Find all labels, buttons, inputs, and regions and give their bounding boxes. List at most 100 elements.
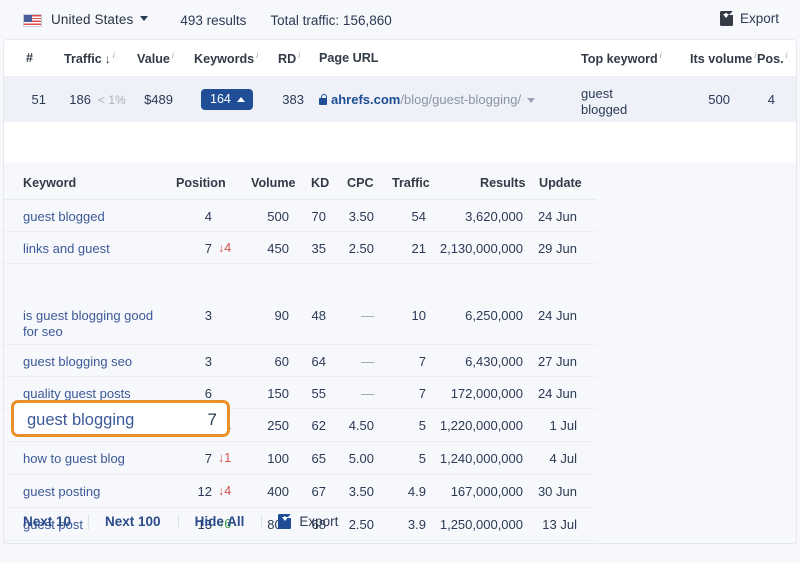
col-header-pos[interactable]: Pos.i bbox=[757, 50, 788, 66]
cell-results: 2,130,000,000 bbox=[434, 241, 523, 256]
info-icon: i bbox=[113, 50, 115, 60]
cell-rd: 383 bbox=[278, 92, 304, 107]
cell-traffic: 4.9 bbox=[387, 484, 426, 499]
cell-results: 1,240,000,000 bbox=[434, 451, 523, 466]
cell-keywords-badge[interactable]: 164 bbox=[201, 89, 253, 110]
export-label: Export bbox=[740, 11, 779, 26]
cell-results: 167,000,000 bbox=[434, 484, 523, 499]
cell-volume: 90 bbox=[247, 308, 289, 323]
cell-cpc: 4.50 bbox=[339, 418, 374, 433]
info-icon: i bbox=[172, 50, 174, 60]
cell-position: 3 bbox=[176, 308, 212, 323]
kcol-header-volume[interactable]: Volume bbox=[251, 176, 296, 190]
cell-volume: 400 bbox=[247, 484, 289, 499]
country-label: United States bbox=[51, 12, 133, 27]
cell-kd: 64 bbox=[302, 354, 326, 369]
cell-cpc: 5.00 bbox=[339, 451, 374, 466]
col-header-traffic[interactable]: Traffic↓i bbox=[64, 50, 115, 66]
cell-position: 7 bbox=[176, 451, 212, 466]
results-count: 493 results bbox=[180, 13, 246, 28]
cell-page-url[interactable]: ahrefs.com/blog/guest-blogging/ bbox=[319, 92, 535, 107]
cell-position-delta: ↓1 bbox=[218, 451, 231, 465]
table-row[interactable]: guest blogging seo36064—76,430,00027 Jun bbox=[4, 345, 596, 377]
cell-kd: 48 bbox=[302, 308, 326, 323]
country-selector[interactable]: United States bbox=[51, 11, 148, 29]
cell-volume: 500 bbox=[247, 209, 289, 224]
cell-keyword[interactable]: guest blogged bbox=[23, 209, 173, 225]
keywords-panel: Keyword Position Volume KD CPC Traffic R… bbox=[4, 162, 796, 543]
cell-volume: 250 bbox=[247, 418, 289, 433]
cell-keyword[interactable]: guest blogging seo bbox=[23, 354, 173, 370]
next-10-button[interactable]: Next 10 bbox=[23, 514, 88, 529]
col-header-num[interactable]: # bbox=[26, 51, 33, 65]
cell-position-delta: ↓4 bbox=[218, 241, 231, 255]
cell-update: 29 Jun bbox=[529, 241, 577, 256]
export-button-top[interactable]: Export bbox=[720, 11, 779, 26]
kcol-header-results[interactable]: Results bbox=[480, 176, 526, 190]
cell-update: 27 Jun bbox=[529, 354, 577, 369]
cell-traffic: 5 bbox=[387, 418, 426, 433]
col-header-top-keyword[interactable]: Top keywordi bbox=[581, 50, 662, 66]
cell-cpc: — bbox=[339, 308, 374, 323]
total-traffic-label: Total traffic: 156,860 bbox=[270, 13, 391, 28]
cell-position: 12 bbox=[176, 484, 212, 499]
table-row[interactable]: how to guest blog7↓1100655.0051,240,000,… bbox=[4, 442, 596, 475]
page-row[interactable]: 51 186 < 1% $489 164 383 ahrefs.com/blog… bbox=[4, 77, 796, 122]
table-footer: Next 10 Next 100 Hide All Export bbox=[4, 500, 796, 543]
kcol-header-traffic[interactable]: Traffic bbox=[392, 176, 430, 190]
col-header-keywords[interactable]: Keywordsi bbox=[194, 50, 258, 66]
cell-pos: 4 bbox=[749, 92, 775, 107]
cell-its-volume: 500 bbox=[694, 92, 730, 107]
cell-top-keyword[interactable]: guest blogged bbox=[581, 86, 651, 118]
export-button-footer[interactable]: Export bbox=[261, 514, 338, 529]
next-100-button[interactable]: Next 100 bbox=[88, 514, 178, 529]
url-path: /blog/guest-blogging/ bbox=[400, 92, 521, 107]
download-document-icon bbox=[278, 514, 291, 529]
cell-kd: 65 bbox=[302, 451, 326, 466]
highlighted-keyword-label: guest blogging bbox=[27, 411, 134, 430]
info-icon: i bbox=[298, 50, 300, 60]
cell-update: 24 Jun bbox=[529, 308, 577, 323]
export-label: Export bbox=[299, 514, 338, 529]
cell-update: 4 Jul bbox=[529, 451, 577, 466]
info-icon: i bbox=[660, 50, 662, 60]
cell-cpc: 3.50 bbox=[339, 209, 374, 224]
download-document-icon bbox=[720, 11, 733, 26]
cell-position: 6 bbox=[176, 386, 212, 401]
col-header-page-url[interactable]: Page URL bbox=[319, 51, 378, 65]
cell-keyword[interactable]: is guest blogging good for seo bbox=[23, 308, 163, 340]
cell-keyword[interactable]: links and guest bbox=[23, 241, 173, 257]
col-header-rd[interactable]: RDi bbox=[278, 50, 300, 66]
cell-kd: 67 bbox=[302, 484, 326, 499]
cell-traffic-percent: < 1% bbox=[98, 93, 126, 107]
cell-volume: 150 bbox=[247, 386, 289, 401]
kcol-header-update[interactable]: Update bbox=[539, 176, 582, 190]
cell-keyword[interactable]: guest posting bbox=[23, 484, 173, 500]
cell-kd: 62 bbox=[302, 418, 326, 433]
kcol-header-kd[interactable]: KD bbox=[311, 176, 329, 190]
col-header-value[interactable]: Valuei bbox=[137, 50, 174, 66]
hide-all-button[interactable]: Hide All bbox=[178, 514, 262, 529]
table-row[interactable]: is guest blogging good for seo39048—106,… bbox=[4, 300, 596, 345]
us-flag-icon bbox=[23, 14, 42, 27]
sort-descending-icon: ↓ bbox=[105, 52, 111, 66]
kcol-header-keyword[interactable]: Keyword bbox=[23, 176, 76, 190]
col-header-its-volume[interactable]: Its volumei bbox=[690, 50, 756, 66]
url-domain: ahrefs.com bbox=[331, 92, 400, 107]
table-row[interactable]: links and guest7↓4450352.50212,130,000,0… bbox=[4, 232, 596, 264]
cell-cpc: — bbox=[339, 386, 374, 401]
highlighted-keyword-box[interactable]: guest blogging 7 bbox=[11, 400, 230, 437]
cell-position-delta: ↓4 bbox=[218, 484, 231, 498]
kcol-header-cpc[interactable]: CPC bbox=[347, 176, 374, 190]
cell-traffic: 7 bbox=[387, 386, 426, 401]
kcol-header-position[interactable]: Position bbox=[176, 176, 226, 190]
cell-num: 51 bbox=[26, 92, 46, 107]
chevron-down-icon[interactable] bbox=[527, 98, 535, 103]
cell-traffic: 21 bbox=[387, 241, 426, 256]
cell-update: 1 Jul bbox=[529, 418, 577, 433]
cell-kd: 35 bbox=[302, 241, 326, 256]
table-row[interactable]: guest blogged4500703.50543,620,00024 Jun bbox=[4, 200, 596, 232]
cell-keyword[interactable]: how to guest blog bbox=[23, 451, 173, 467]
results-card: # Traffic↓i Valuei Keywordsi RDi Page UR… bbox=[4, 40, 796, 543]
cell-update: 30 Jun bbox=[529, 484, 577, 499]
